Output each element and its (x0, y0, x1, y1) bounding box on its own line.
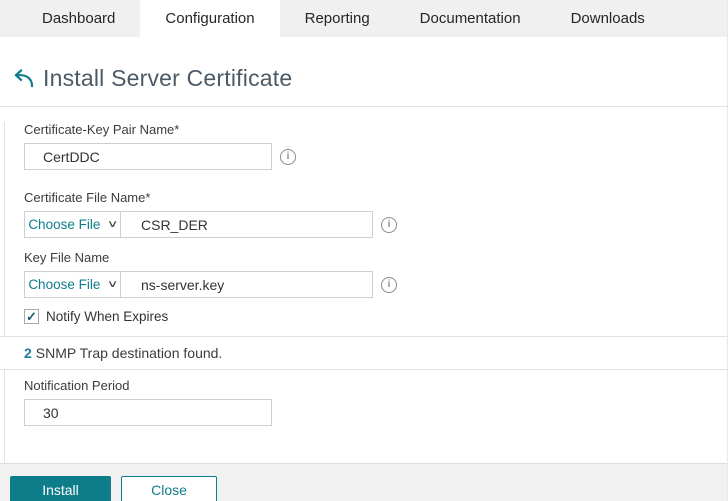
cert-key-pair-info-icon[interactable]: i (280, 149, 296, 165)
key-file-control: Choose File ∨ (24, 271, 373, 298)
back-arrow-icon[interactable] (10, 68, 36, 90)
key-file-info-icon[interactable]: i (381, 277, 397, 293)
page-header: Install Server Certificate (0, 37, 727, 107)
cert-file-name-input[interactable] (121, 211, 373, 238)
key-file-row: Choose File ∨ i (24, 271, 727, 298)
close-button[interactable]: Close (121, 476, 217, 501)
cert-key-pair-label: Certificate-Key Pair Name* (24, 122, 727, 137)
snmp-trap-message: SNMP Trap destination found. (36, 345, 223, 361)
cert-key-pair-input[interactable] (24, 143, 272, 170)
choose-file-label: Choose File (28, 277, 100, 292)
cert-file-control: Choose File ∨ (24, 211, 373, 238)
check-icon: ✓ (26, 310, 37, 323)
tab-documentation[interactable]: Documentation (395, 0, 546, 37)
cert-file-row: Choose File ∨ i (24, 211, 727, 238)
cert-file-info-icon[interactable]: i (381, 217, 397, 233)
notification-period-label: Notification Period (24, 378, 727, 393)
tab-reporting[interactable]: Reporting (280, 0, 395, 37)
choose-file-label: Choose File (28, 217, 100, 232)
snmp-trap-notice: 2SNMP Trap destination found. (0, 336, 727, 370)
install-button[interactable]: Install (10, 476, 111, 501)
top-nav-tabs: Dashboard Configuration Reporting Docume… (0, 0, 727, 37)
install-certificate-form: Certificate-Key Pair Name* i Certificate… (0, 122, 727, 463)
notify-when-expires-checkbox[interactable]: ✓ (24, 309, 39, 324)
chevron-down-icon: ∨ (107, 280, 119, 290)
notify-when-expires-label: Notify When Expires (46, 309, 168, 324)
tab-downloads[interactable]: Downloads (546, 0, 670, 37)
action-bar: Install Close (0, 463, 727, 501)
install-server-certificate-page: Dashboard Configuration Reporting Docume… (0, 0, 728, 501)
cert-key-pair-row: i (24, 143, 727, 170)
key-file-choose-button[interactable]: Choose File ∨ (24, 271, 121, 298)
key-file-label: Key File Name (24, 250, 727, 265)
tab-dashboard[interactable]: Dashboard (17, 0, 140, 37)
cert-file-label: Certificate File Name* (24, 190, 727, 205)
notify-when-expires-row: ✓ Notify When Expires (24, 309, 727, 324)
snmp-trap-count: 2 (24, 345, 32, 361)
chevron-down-icon: ∨ (107, 220, 119, 230)
notification-period-input[interactable] (24, 399, 272, 426)
tab-configuration[interactable]: Configuration (140, 0, 279, 37)
notification-period-row (24, 399, 727, 426)
cert-file-choose-button[interactable]: Choose File ∨ (24, 211, 121, 238)
key-file-name-input[interactable] (121, 271, 373, 298)
page-title: Install Server Certificate (43, 65, 292, 92)
